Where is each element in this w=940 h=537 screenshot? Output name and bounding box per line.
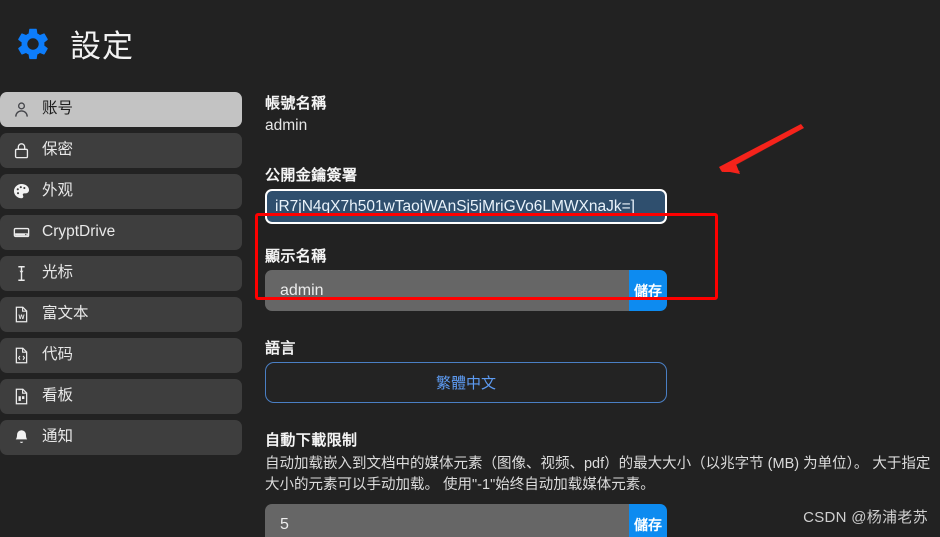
app-header: 設定: [0, 0, 940, 74]
sidebar-item-richtext[interactable]: W 富文本: [0, 297, 242, 332]
user-icon: [15, 102, 28, 117]
sidebar-item-code[interactable]: 代码: [0, 338, 242, 373]
sidebar-item-cryptdrive[interactable]: CryptDrive: [0, 215, 242, 250]
file-code-icon: [15, 347, 28, 364]
display-name-value: admin: [280, 281, 324, 299]
lock-icon: [14, 143, 29, 159]
sidebar-item-label: 通知: [42, 427, 74, 445]
hard-drive-icon: [13, 227, 30, 238]
public-key-value: iR7jN4qX7h501wTaojWAnSj5jMriGVo6LMWXnaJk…: [275, 197, 635, 215]
sidebar-item-label: 保密: [42, 140, 74, 158]
file-word-icon: W: [15, 306, 28, 323]
red-arrow-pointer: [719, 124, 804, 174]
sidebar-item-label: 看板: [42, 386, 74, 404]
autodownload-description: 自动加载嵌入到文档中的媒体元素（图像、视频、pdf）的最大大小（以兆字节 (MB…: [265, 456, 931, 493]
sidebar-item-account[interactable]: 账号: [0, 92, 242, 127]
public-key-label: 公開金鑰簽署: [265, 167, 358, 184]
public-key-input[interactable]: iR7jN4qX7h501wTaojWAnSj5jMriGVo6LMWXnaJk…: [265, 189, 667, 224]
account-name-value: admin: [265, 117, 308, 134]
sidebar-item-label: 光标: [42, 263, 74, 281]
bell-icon: [15, 430, 28, 443]
sidebar-item-label: 账号: [42, 99, 74, 117]
sidebar-item-label: 代码: [42, 345, 74, 363]
account-name-label: 帳號名稱: [265, 95, 327, 112]
watermark-text: CSDN @杨浦老苏: [803, 509, 928, 526]
sidebar-item-label: CryptDrive: [42, 222, 116, 240]
gear-icon: [18, 28, 48, 59]
sidebar-item-board[interactable]: 看板: [0, 379, 242, 414]
display-name-save-button[interactable]: 儲存: [629, 270, 667, 311]
language-label: 語言: [265, 340, 296, 357]
autodownload-section: 自動下載限制 自动加载嵌入到文档中的媒体元素（图像、视频、pdf）的最大大小（以…: [265, 429, 930, 537]
autodownload-input[interactable]: 5: [265, 504, 629, 537]
display-name-input[interactable]: admin: [265, 270, 629, 311]
settings-sidebar: 账号 保密 外观 CryptDrive 光标 W 富文本 代码 看板 通知: [0, 92, 242, 461]
text-cursor-icon: [18, 266, 25, 281]
sidebar-item-label: 外观: [42, 181, 74, 199]
palette-icon: [13, 183, 30, 199]
sidebar-item-label: 富文本: [42, 304, 89, 322]
sidebar-item-cursor[interactable]: 光标: [0, 256, 242, 291]
svg-text:W: W: [19, 314, 25, 321]
settings-window: 設定 账号 保密 外观 CryptDrive 光标 W 富文本 代码 看板 通知…: [0, 0, 940, 537]
sidebar-item-security[interactable]: 保密: [0, 133, 242, 168]
settings-panel: 帳號名稱 admin 公開金鑰簽署 iR7jN4qX7h501wTaojWAnS…: [255, 92, 930, 537]
file-board-icon: [15, 388, 28, 405]
display-name-section: 顯示名稱 admin 儲存: [265, 245, 675, 311]
autodownload-value: 5: [280, 515, 289, 533]
display-name-label: 顯示名稱: [265, 248, 327, 265]
sidebar-item-appearance[interactable]: 外观: [0, 174, 242, 209]
sidebar-item-notifications[interactable]: 通知: [0, 420, 242, 455]
autodownload-label: 自動下載限制: [265, 432, 358, 449]
language-section: 語言 繁體中文: [265, 337, 675, 403]
autodownload-save-button[interactable]: 儲存: [629, 504, 667, 537]
language-select[interactable]: 繁體中文: [265, 362, 667, 403]
public-key-section: 公開金鑰簽署 iR7jN4qX7h501wTaojWAnSj5jMriGVo6L…: [255, 155, 718, 300]
page-title: 設定: [70, 29, 134, 64]
